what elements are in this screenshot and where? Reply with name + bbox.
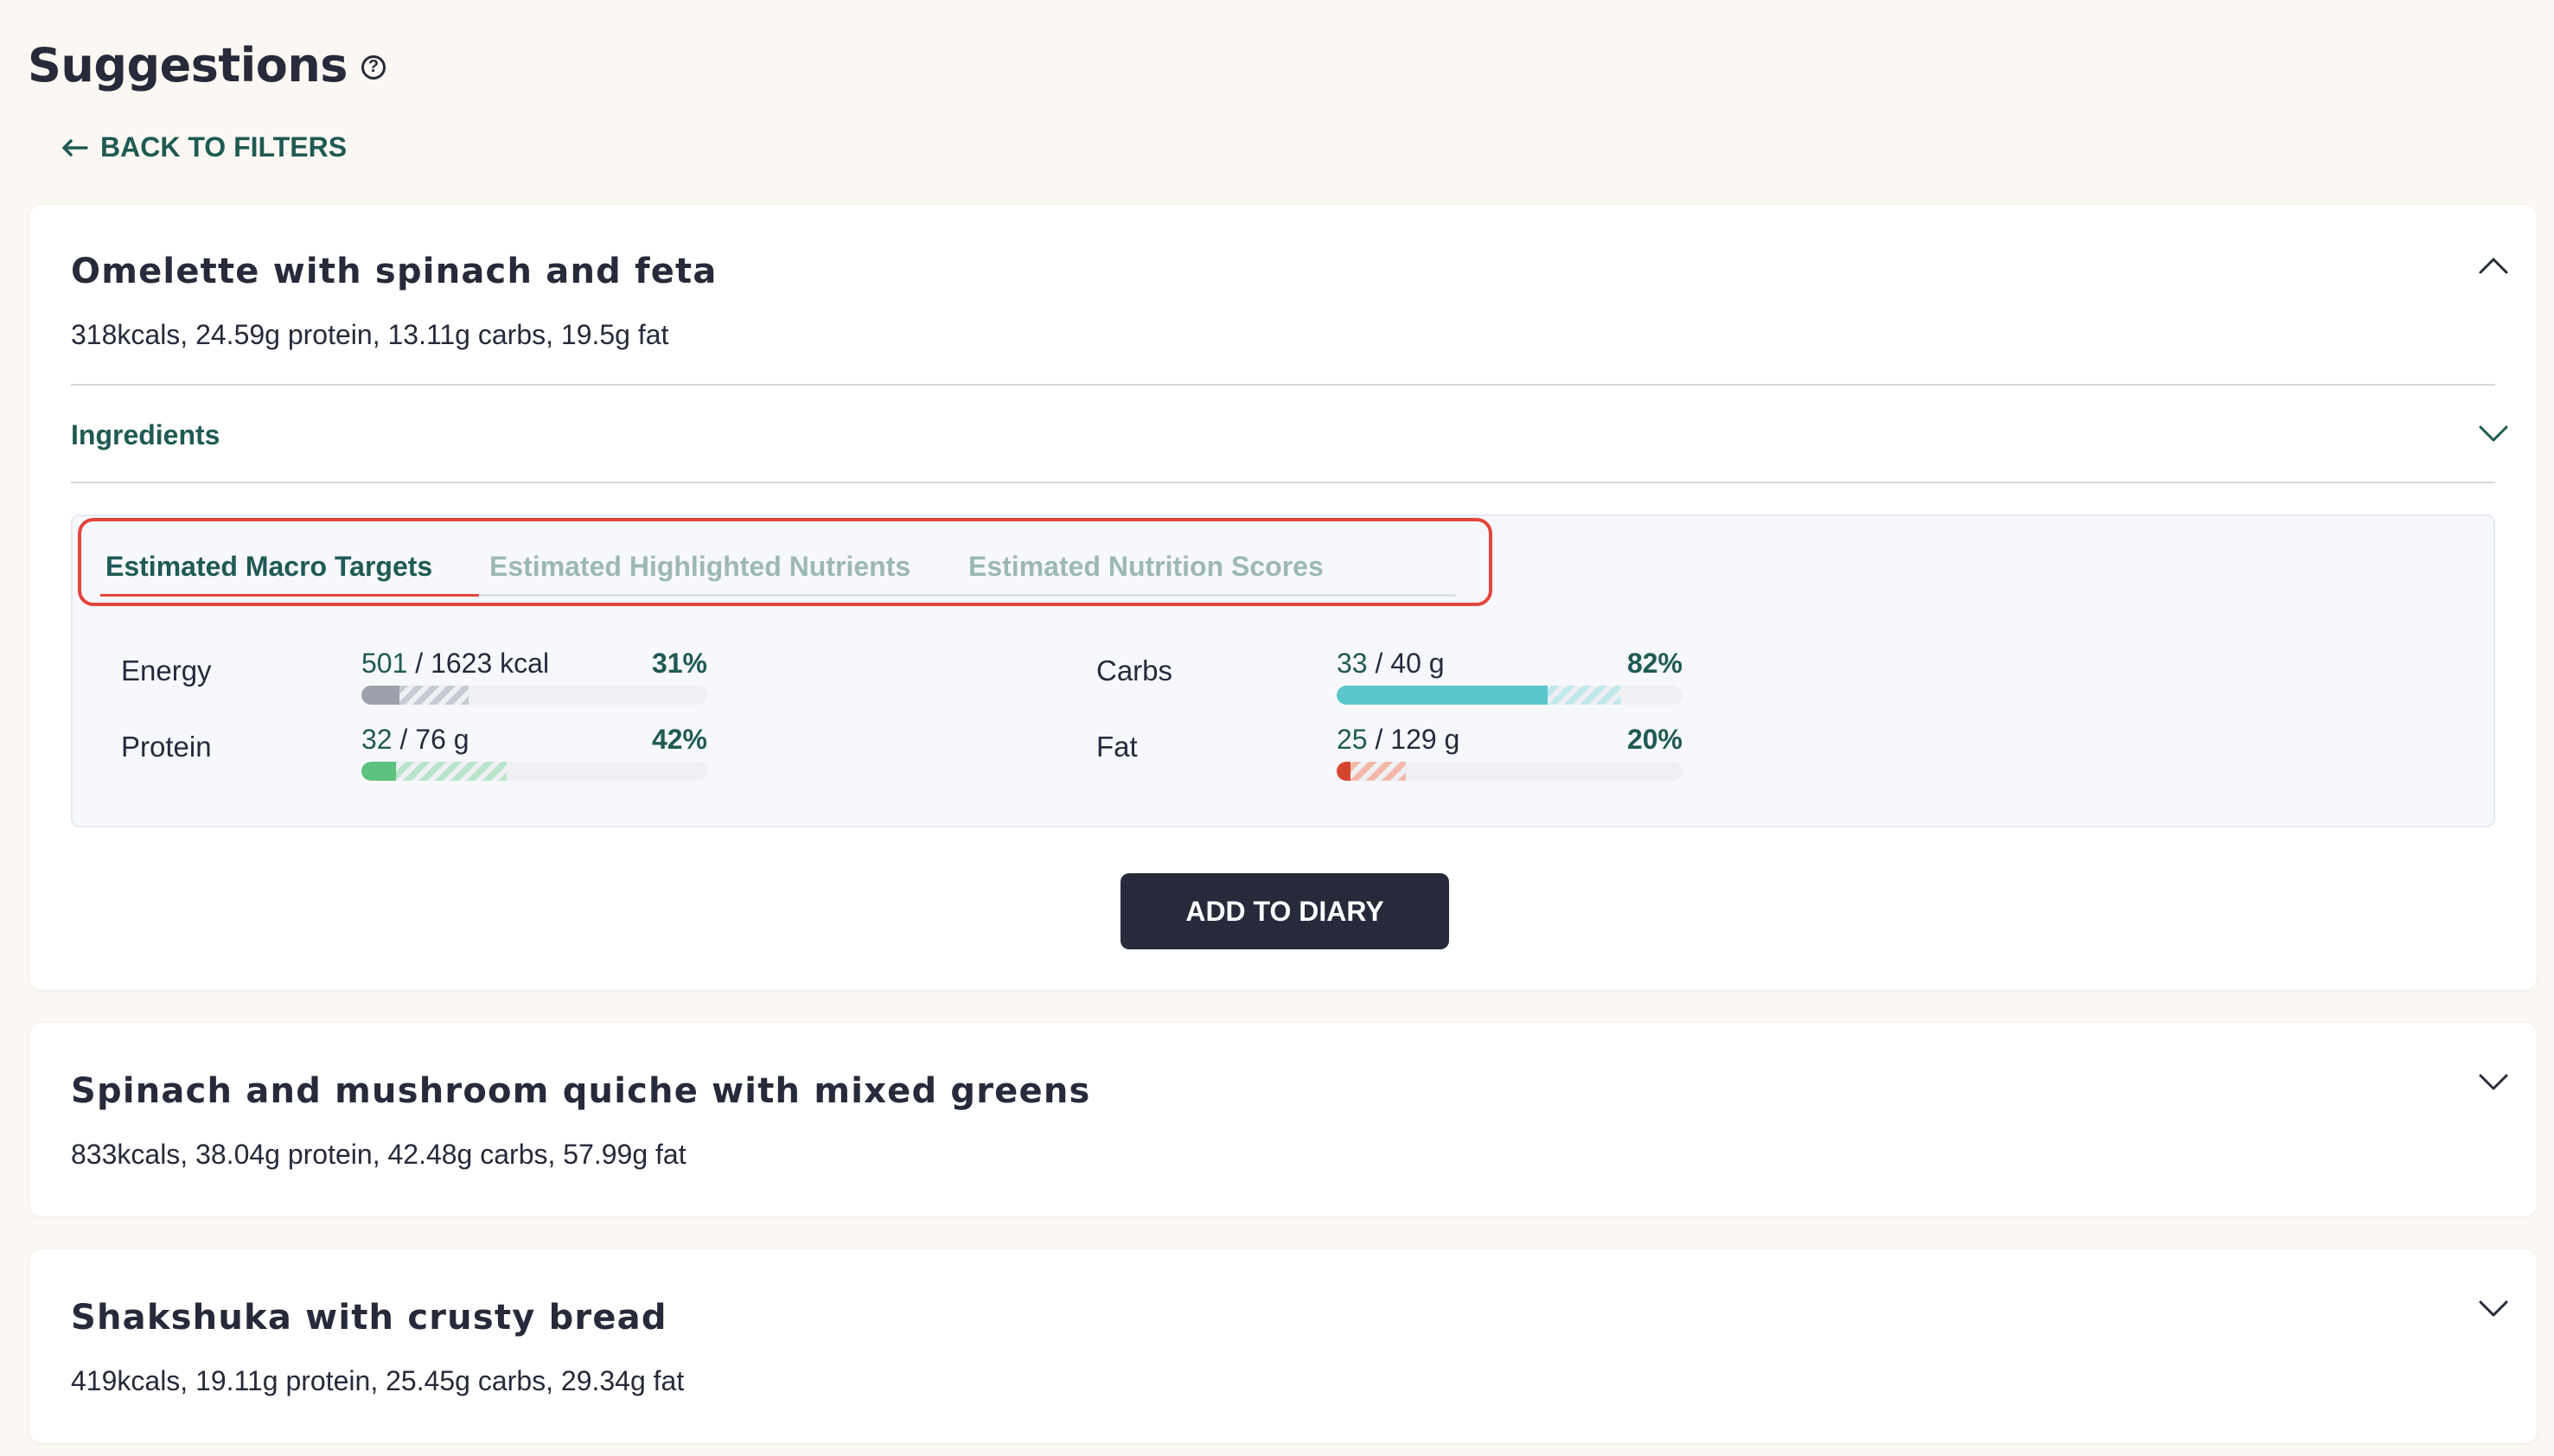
- macro-panel: Estimated Macro Targets Estimated Highli…: [71, 514, 2495, 827]
- tab-macro-targets[interactable]: Estimated Macro Targets: [105, 551, 432, 583]
- tab-underline: [479, 594, 1456, 597]
- suggestion-summary: 318kcals, 24.59g protein, 13.11g carbs, …: [71, 319, 669, 350]
- macro-current: 33: [1337, 648, 1368, 679]
- suggestion-summary: 833kcals, 38.04g protein, 42.48g carbs, …: [71, 1139, 686, 1170]
- current-fill: [361, 762, 396, 781]
- chevron-down-icon[interactable]: [2478, 1071, 2508, 1094]
- macro-label-protein: Protein: [121, 731, 212, 763]
- back-to-filters-label: BACK TO FILTERS: [100, 131, 348, 163]
- macro-target: / 40 g: [1375, 648, 1445, 679]
- macro-label-fat: Fat: [1096, 731, 1138, 763]
- macro-current: 25: [1337, 724, 1368, 755]
- suggestion-summary: 419kcals, 19.11g protein, 25.45g carbs, …: [71, 1365, 685, 1396]
- macro-current: 501: [361, 648, 408, 679]
- divider: [71, 482, 2495, 483]
- tab-highlighted-nutrients[interactable]: Estimated Highlighted Nutrients: [489, 551, 910, 583]
- macro-current: 32: [361, 724, 393, 755]
- current-fill: [1337, 762, 1350, 781]
- progress-bar: [361, 762, 707, 781]
- arrow-left-icon: [62, 138, 88, 156]
- suggestion-card: Shakshuka with crusty bread 419kcals, 19…: [29, 1249, 2537, 1443]
- divider: [71, 384, 2495, 386]
- macro-target: / 129 g: [1375, 724, 1460, 755]
- chevron-up-icon[interactable]: [2478, 255, 2508, 278]
- page-header: Suggestions ?: [28, 38, 386, 93]
- macro-values-energy: 501 / 1623 kcal: [361, 648, 549, 680]
- macro-pct-energy: 31%: [651, 648, 707, 679]
- progress-bar: [1337, 762, 1682, 781]
- suggestion-title[interactable]: Shakshuka with crusty bread: [71, 1298, 667, 1338]
- macro-values-protein: 32 / 76 g: [361, 724, 469, 756]
- progress-bar: [361, 686, 707, 705]
- macro-values-fat: 25 / 129 g: [1337, 724, 1459, 756]
- suggestion-title[interactable]: Spinach and mushroom quiche with mixed g…: [71, 1071, 1091, 1111]
- suggestion-card: Spinach and mushroom quiche with mixed g…: [29, 1023, 2537, 1217]
- tab-bar: Estimated Macro Targets Estimated Highli…: [78, 518, 1492, 606]
- ingredients-toggle[interactable]: Ingredients: [71, 419, 220, 451]
- question-circle-icon[interactable]: ?: [361, 54, 386, 80]
- suggestions-page: Suggestions ? BACK TO FILTERS Omelette w…: [0, 0, 2554, 1456]
- macro-values-carbs: 33 / 40 g: [1337, 648, 1445, 680]
- tab-nutrition-scores[interactable]: Estimated Nutrition Scores: [968, 551, 1324, 583]
- current-fill: [361, 686, 399, 705]
- macro-pct-protein: 42%: [651, 724, 707, 755]
- active-tab-indicator: [100, 594, 479, 597]
- suggestion-card: Omelette with spinach and feta 318kcals,…: [29, 205, 2537, 990]
- chevron-down-icon[interactable]: [2478, 423, 2508, 445]
- macro-label-energy: Energy: [121, 655, 212, 686]
- macro-target: / 1623 kcal: [415, 648, 550, 679]
- macro-target: / 76 g: [399, 724, 469, 755]
- add-to-diary-button[interactable]: ADD TO DIARY: [1121, 873, 1449, 949]
- macro-pct-carbs: 82%: [1626, 648, 1682, 679]
- current-fill: [1337, 686, 1548, 705]
- chevron-down-icon[interactable]: [2478, 1298, 2508, 1320]
- progress-bar: [1337, 686, 1682, 705]
- macro-pct-fat: 20%: [1626, 724, 1682, 755]
- back-to-filters-link[interactable]: BACK TO FILTERS: [61, 131, 347, 163]
- suggestion-title[interactable]: Omelette with spinach and feta: [71, 252, 718, 291]
- page-title: Suggestions: [28, 38, 348, 93]
- macro-label-carbs: Carbs: [1096, 655, 1173, 686]
